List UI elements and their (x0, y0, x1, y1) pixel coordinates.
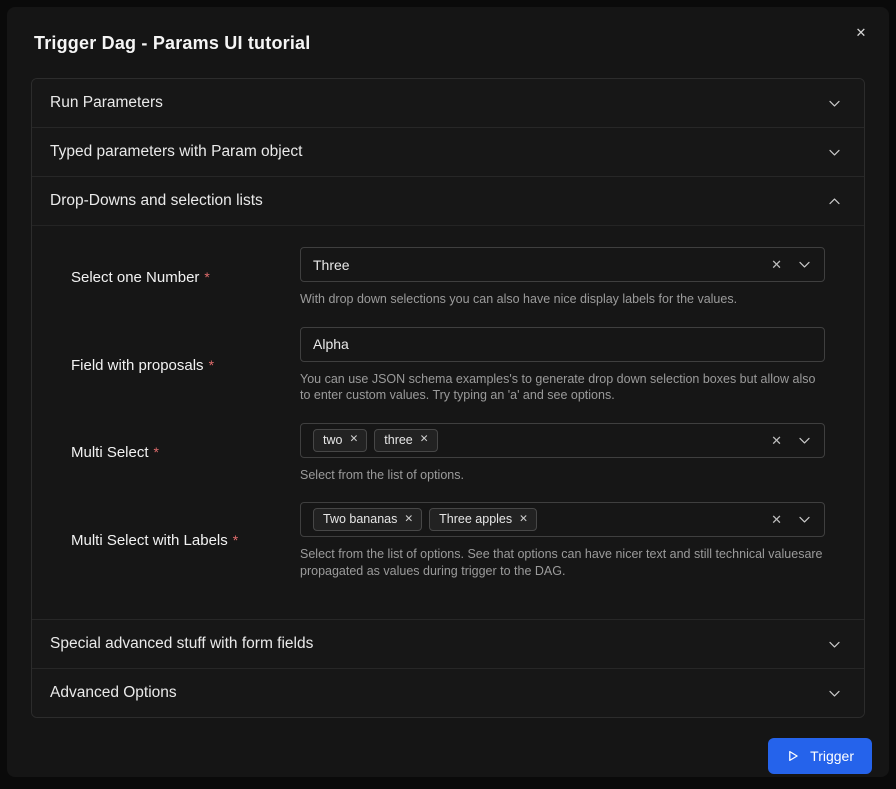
chevron-down-icon[interactable] (797, 433, 812, 448)
section-label: Drop-Downs and selection lists (50, 192, 263, 210)
section-run-parameters: Run Parameters (32, 79, 864, 127)
field-help-text: You can use JSON schema examples's to ge… (300, 371, 825, 404)
select-one-number-combobox[interactable]: Three ✕ (300, 247, 825, 282)
section-header-advanced-options[interactable]: Advanced Options (32, 669, 864, 717)
field-label: Multi Select with Labels* (71, 532, 300, 549)
close-icon[interactable]: ✕ (847, 19, 875, 47)
dialog-title: Trigger Dag - Params UI tutorial (34, 33, 865, 54)
section-label: Typed parameters with Param object (50, 143, 302, 161)
tag-close-icon[interactable]: ✕ (519, 514, 528, 525)
section-advanced-options: Advanced Options (32, 668, 864, 717)
section-typed-parameters: Typed parameters with Param object (32, 127, 864, 176)
field-row-multi-select: Multi Select* two ✕ three ✕ (71, 423, 825, 484)
chevron-down-icon[interactable] (797, 257, 812, 272)
section-header-special-advanced[interactable]: Special advanced stuff with form fields (32, 620, 864, 668)
chevron-down-icon (827, 145, 842, 160)
section-header-dropdowns[interactable]: Drop-Downs and selection lists (32, 177, 864, 225)
dropdowns-panel: Select one Number* Three ✕ (32, 225, 864, 619)
section-label: Special advanced stuff with form fields (50, 635, 313, 653)
tag-close-icon[interactable]: ✕ (420, 434, 429, 445)
dialog-footer: Trigger (7, 718, 889, 774)
clear-icon[interactable]: ✕ (771, 434, 782, 447)
chevron-down-icon (827, 96, 842, 111)
trigger-button[interactable]: Trigger (768, 738, 872, 774)
selected-tag: three ✕ (374, 429, 437, 452)
section-header-run-parameters[interactable]: Run Parameters (32, 79, 864, 127)
tag-close-icon[interactable]: ✕ (349, 434, 358, 445)
required-asterisk: * (204, 269, 209, 285)
trigger-button-label: Trigger (810, 748, 854, 764)
params-accordion: Run Parameters Typed parameters with Par… (31, 78, 865, 718)
field-label: Select one Number* (71, 269, 300, 286)
required-asterisk: * (154, 444, 159, 460)
field-help-text: Select from the list of options. See tha… (300, 546, 825, 579)
multi-select-combobox[interactable]: two ✕ three ✕ ✕ (300, 423, 825, 458)
selected-tag: two ✕ (313, 429, 367, 452)
chevron-down-icon (827, 637, 842, 652)
section-dropdowns: Drop-Downs and selection lists Select on… (32, 176, 864, 619)
field-label: Multi Select* (71, 444, 300, 461)
selected-tag: Two bananas ✕ (313, 508, 422, 531)
field-help-text: With drop down selections you can also h… (300, 291, 825, 308)
section-special-advanced: Special advanced stuff with form fields (32, 619, 864, 668)
clear-icon[interactable]: ✕ (771, 513, 782, 526)
trigger-dag-dialog: Trigger Dag - Params UI tutorial ✕ Run P… (7, 7, 889, 777)
field-label: Field with proposals* (71, 357, 300, 374)
clear-icon[interactable]: ✕ (771, 258, 782, 271)
chevron-down-icon[interactable] (797, 512, 812, 527)
play-icon (786, 749, 800, 763)
chevron-up-icon (827, 194, 842, 209)
field-row-field-with-proposals: Field with proposals* You can use JSON s… (71, 327, 825, 404)
selected-tag: Three apples ✕ (429, 508, 537, 531)
field-help-text: Select from the list of options. (300, 467, 825, 484)
dialog-header: Trigger Dag - Params UI tutorial ✕ (7, 7, 889, 54)
chevron-down-icon (827, 686, 842, 701)
selected-value: Three (313, 257, 350, 273)
required-asterisk: * (233, 532, 238, 548)
required-asterisk: * (209, 357, 214, 373)
multi-select-labels-combobox[interactable]: Two bananas ✕ Three apples ✕ ✕ (300, 502, 825, 537)
section-header-typed-parameters[interactable]: Typed parameters with Param object (32, 128, 864, 176)
proposals-input[interactable] (300, 327, 825, 362)
field-row-select-one-number: Select one Number* Three ✕ (71, 247, 825, 308)
field-row-multi-select-with-labels: Multi Select with Labels* Two bananas ✕ … (71, 502, 825, 579)
section-label: Advanced Options (50, 684, 177, 702)
section-label: Run Parameters (50, 94, 163, 112)
tag-close-icon[interactable]: ✕ (404, 514, 413, 525)
